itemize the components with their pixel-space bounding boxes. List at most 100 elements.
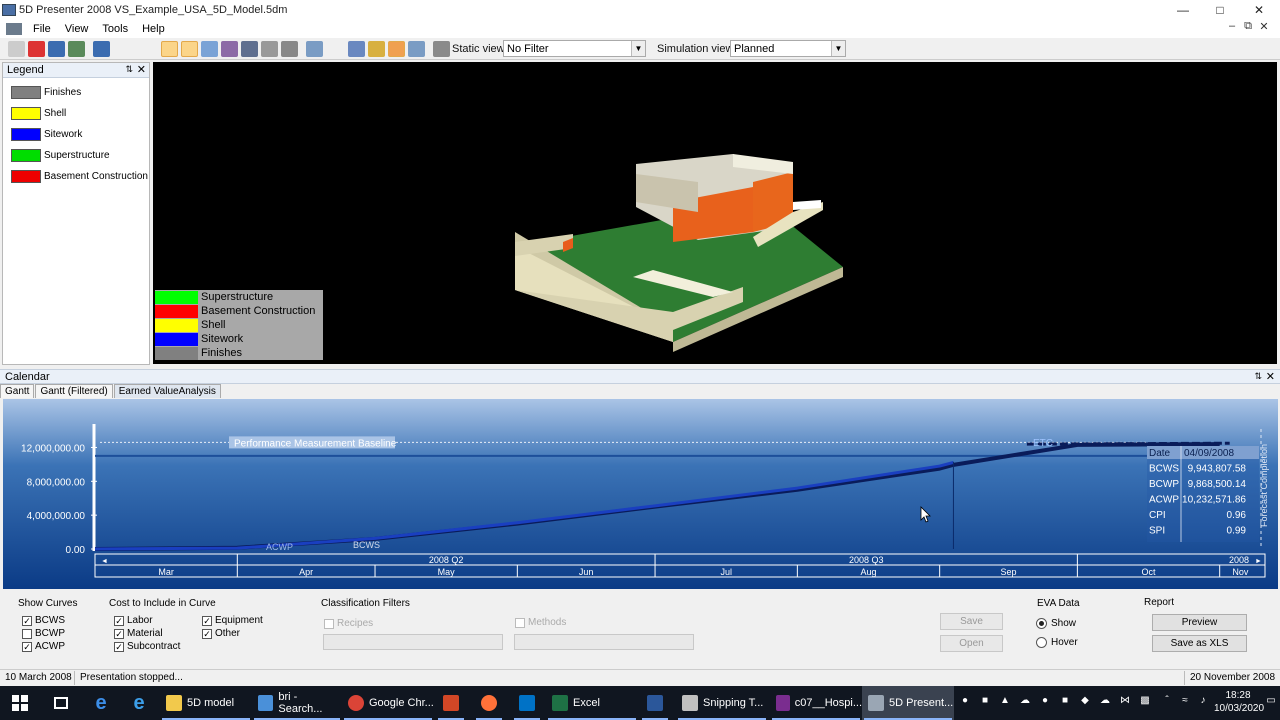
mdi-restore-button[interactable]: ⧉ [1240, 20, 1256, 33]
window-icon[interactable] [201, 41, 218, 57]
taskbar-item-snipping[interactable]: Snipping T... [676, 686, 768, 720]
bluetooth-icon[interactable]: ⋈ [1118, 695, 1132, 709]
acwp-checkbox[interactable]: ✓ ACWP [22, 641, 65, 652]
bcwp-checkbox[interactable]: BCWP [22, 628, 65, 639]
wifi-icon[interactable]: ≈ [1178, 695, 1192, 709]
filter-combo[interactable]: No Filter ▼ [503, 40, 646, 57]
menu-help[interactable]: Help [135, 23, 172, 35]
simulation-combo-value: Planned [734, 43, 775, 55]
model-icon[interactable] [221, 41, 238, 57]
pin-icon[interactable]: ⇅ [1254, 371, 1262, 382]
cloud-icon[interactable]: ☁ [1018, 695, 1032, 709]
other-checkbox[interactable]: ✓ Other [202, 628, 240, 639]
overlay-swatch [155, 304, 198, 318]
equipment-checkbox[interactable]: ✓ Equipment [202, 615, 263, 626]
methods-checkbox[interactable]: Methods [515, 617, 566, 628]
network-icon[interactable]: ▩ [1138, 695, 1152, 709]
tab-earned-value-analysis[interactable]: Earned ValueAnalysis [113, 384, 221, 398]
save-button[interactable]: Save [940, 613, 1003, 630]
settings-icon[interactable] [306, 41, 323, 57]
ie-button[interactable]: e [122, 686, 156, 720]
hover-radio[interactable]: Hover [1036, 637, 1078, 648]
camera-icon[interactable] [241, 41, 258, 57]
powerpoint-button[interactable] [436, 686, 466, 720]
tab-gantt-filtered[interactable]: Gantt (Filtered) [35, 384, 113, 398]
notification-icon[interactable]: ▭ [1264, 695, 1278, 709]
outlook-icon [519, 695, 535, 711]
preview-button[interactable]: Preview [1152, 614, 1247, 631]
taskbar-item-search[interactable]: bri - Search... [252, 686, 342, 720]
clock-date: 10/03/2020 [1214, 703, 1265, 714]
menu-file[interactable]: File [26, 23, 58, 35]
export-icon[interactable] [68, 41, 85, 57]
layout-icon[interactable] [181, 41, 198, 57]
close-icon[interactable]: ✕ [137, 63, 146, 76]
outlook-button[interactable] [512, 686, 542, 720]
3d-viewport[interactable]: Superstructure Basement Construction She… [153, 62, 1277, 364]
overlay-swatch [155, 290, 198, 304]
task-view-button[interactable] [44, 686, 78, 720]
status-start-date: 10 March 2008 [5, 672, 72, 683]
taskbar-item-hospital[interactable]: c07__Hospi... [770, 686, 862, 720]
mdi-minimize-button[interactable]: – [1224, 20, 1240, 32]
taskbar-item-excel[interactable]: Excel [546, 686, 638, 720]
legend-label: Basement Construction [44, 170, 148, 182]
simulation-combo[interactable]: Planned ▼ [730, 40, 846, 57]
clock[interactable]: 18:28 10/03/2020 [1214, 689, 1265, 715]
open-button[interactable]: Open [940, 635, 1003, 652]
mdi-close-button[interactable]: ✕ [1256, 20, 1272, 33]
legend-swatch [11, 85, 41, 99]
volume-icon[interactable]: ♪ [1196, 695, 1210, 709]
subcontract-checkbox[interactable]: ✓ Subcontract [114, 641, 180, 652]
material-checkbox[interactable]: ✓ Material [114, 628, 163, 639]
shield-icon[interactable]: ◆ [1078, 695, 1092, 709]
select-tool-icon[interactable] [161, 41, 178, 57]
recipes-dropdown[interactable] [323, 634, 503, 650]
close-icon[interactable]: ✕ [1266, 370, 1275, 383]
highlight-icon[interactable] [388, 41, 405, 57]
chevron-up-icon[interactable]: ˆ [1160, 695, 1174, 709]
scroll-left-icon[interactable]: ◄ [101, 558, 108, 565]
save-xls-button[interactable]: Save as XLS [1152, 635, 1247, 652]
tray-app-icon[interactable]: ■ [978, 695, 992, 709]
scroll-right-icon[interactable]: ► [1255, 558, 1262, 565]
eva-chart[interactable]: 12,000,000.00 8,000,000.00 4,000,000.00 0.0… [3, 399, 1278, 589]
onedrive-icon[interactable]: ☁ [1098, 695, 1112, 709]
tray-app-icon[interactable]: ■ [1058, 695, 1072, 709]
taskbar-label: Excel [573, 697, 600, 709]
firefox-button[interactable] [474, 686, 504, 720]
word-button[interactable] [640, 686, 670, 720]
open-icon[interactable] [8, 41, 25, 57]
menu-tools[interactable]: Tools [95, 23, 135, 35]
chart-icon[interactable] [408, 41, 425, 57]
tray-app-icon[interactable]: ▲ [998, 695, 1012, 709]
edge-button[interactable]: e [86, 686, 116, 720]
show-radio[interactable]: Show [1036, 618, 1076, 629]
maximize-button[interactable]: □ [1201, 0, 1239, 20]
close-file-icon[interactable] [28, 41, 45, 57]
filter-icon[interactable] [433, 41, 450, 57]
labor-checkbox[interactable]: ✓ Labor [114, 615, 153, 626]
overlay-label: Finishes [201, 347, 242, 359]
tray-app-icon[interactable]: ● [958, 695, 972, 709]
link-icon[interactable] [368, 41, 385, 57]
start-button[interactable] [0, 686, 40, 720]
tab-gantt[interactable]: Gantt [0, 384, 35, 398]
save-as-icon[interactable] [93, 41, 110, 57]
menu-view[interactable]: View [58, 23, 96, 35]
gantt-icon[interactable] [348, 41, 365, 57]
tray-app-icon[interactable]: ● [1038, 695, 1052, 709]
taskbar-item-5d-model[interactable]: 5D model [160, 686, 252, 720]
minimize-button[interactable]: — [1164, 0, 1202, 20]
recipes-checkbox[interactable]: Recipes [324, 618, 373, 629]
overlay-label: Superstructure [201, 291, 274, 303]
taskbar-item-5d-presenter[interactable]: 5D Present... [862, 686, 954, 720]
pin-icon[interactable]: ⇅ [125, 64, 133, 75]
save-icon[interactable] [48, 41, 65, 57]
close-button[interactable]: ✕ [1240, 0, 1278, 20]
bcws-checkbox[interactable]: ✓ BCWS [22, 615, 65, 626]
taskbar-item-chrome[interactable]: Google Chr... [342, 686, 434, 720]
stop-icon[interactable] [281, 41, 298, 57]
methods-dropdown[interactable] [514, 634, 694, 650]
orbit-icon[interactable] [261, 41, 278, 57]
